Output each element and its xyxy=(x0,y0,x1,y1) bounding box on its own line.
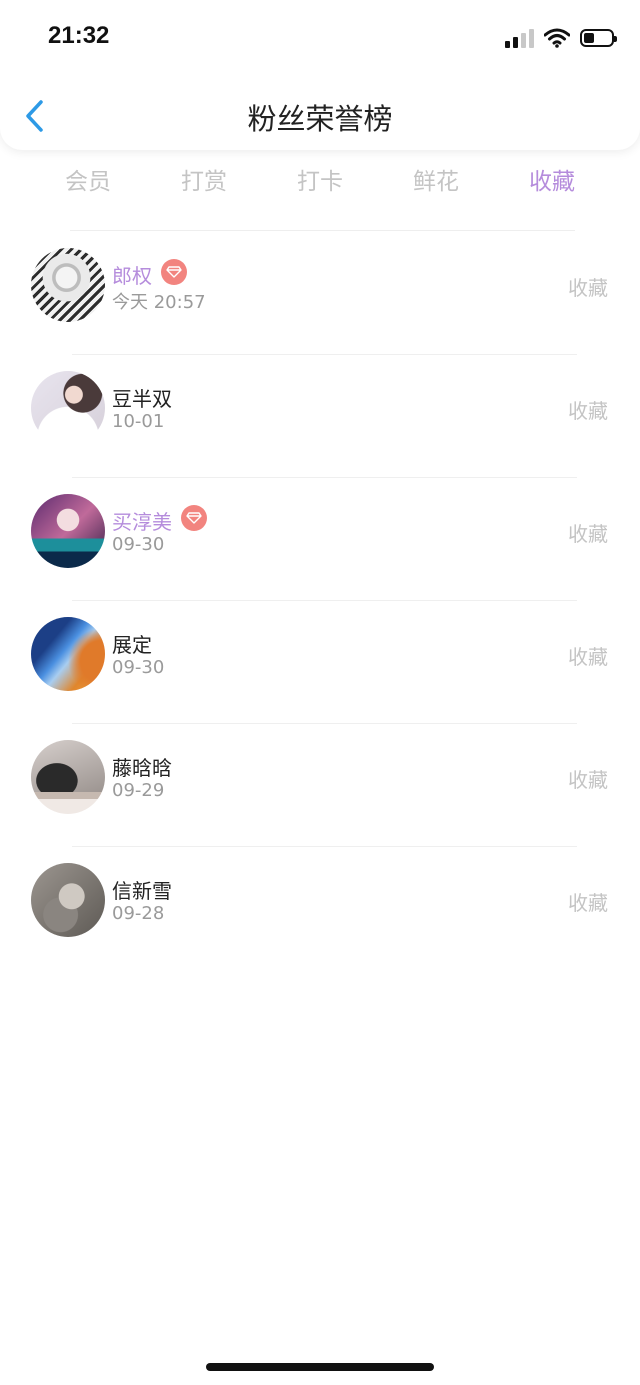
list-item[interactable]: 豆半双 10-01 收藏 xyxy=(0,355,640,478)
tab-favorites[interactable]: 收藏 xyxy=(494,165,610,205)
list-item[interactable]: 藤晗晗 09-29 收藏 xyxy=(0,724,640,847)
favorite-label: 收藏 xyxy=(568,891,608,915)
fan-name: 郎权 xyxy=(112,264,152,288)
nav-header: 21:32 粉丝荣誉榜 xyxy=(0,0,640,150)
list-item[interactable]: 郎权 今天 20:57 收藏 xyxy=(0,232,640,355)
signal-icon xyxy=(505,28,534,48)
list-item[interactable]: 展定 09-30 收藏 xyxy=(0,601,640,724)
page-title: 粉丝荣誉榜 xyxy=(247,102,393,136)
avatar[interactable] xyxy=(31,494,105,568)
fan-name: 买淳美 xyxy=(112,510,172,534)
home-indicator xyxy=(206,1363,434,1371)
fan-date: 09-29 xyxy=(112,780,165,801)
wifi-icon xyxy=(544,28,570,48)
favorite-label: 收藏 xyxy=(568,399,608,423)
tab-checkin[interactable]: 打卡 xyxy=(262,165,378,205)
fan-date: 09-30 xyxy=(112,657,165,678)
status-time: 21:32 xyxy=(48,22,110,49)
avatar[interactable] xyxy=(31,371,105,445)
battery-icon xyxy=(580,29,617,47)
fan-date: 09-28 xyxy=(112,903,165,924)
fan-name: 展定 xyxy=(112,633,152,657)
favorite-label: 收藏 xyxy=(568,276,608,300)
list-item[interactable]: 信新雪 09-28 收藏 xyxy=(0,847,640,970)
fan-name: 藤晗晗 xyxy=(112,756,172,780)
fan-name: 信新雪 xyxy=(112,879,172,903)
tab-tip[interactable]: 打赏 xyxy=(146,165,262,205)
diamond-badge-icon xyxy=(161,259,187,285)
avatar[interactable] xyxy=(31,617,105,691)
avatar[interactable] xyxy=(31,740,105,814)
tab-member[interactable]: 会员 xyxy=(30,165,146,205)
diamond-badge-icon xyxy=(181,505,207,531)
fan-date: 今天 20:57 xyxy=(112,292,206,313)
tab-flowers[interactable]: 鲜花 xyxy=(378,165,494,205)
status-icons xyxy=(505,28,617,48)
favorite-label: 收藏 xyxy=(568,645,608,669)
fan-date: 09-30 xyxy=(112,534,165,555)
favorite-label: 收藏 xyxy=(568,522,608,546)
fan-name: 豆半双 xyxy=(112,387,172,411)
avatar[interactable] xyxy=(31,248,105,322)
tab-bar: 会员 打赏 打卡 鲜花 收藏 xyxy=(0,165,640,205)
avatar[interactable] xyxy=(31,863,105,937)
divider xyxy=(70,230,575,231)
favorite-label: 收藏 xyxy=(568,768,608,792)
list-item[interactable]: 买淳美 09-30 收藏 xyxy=(0,478,640,601)
fan-date: 10-01 xyxy=(112,411,165,432)
fan-list: 郎权 今天 20:57 收藏 豆半双 10-01 收藏 买淳美 09-30 收藏… xyxy=(0,232,640,970)
